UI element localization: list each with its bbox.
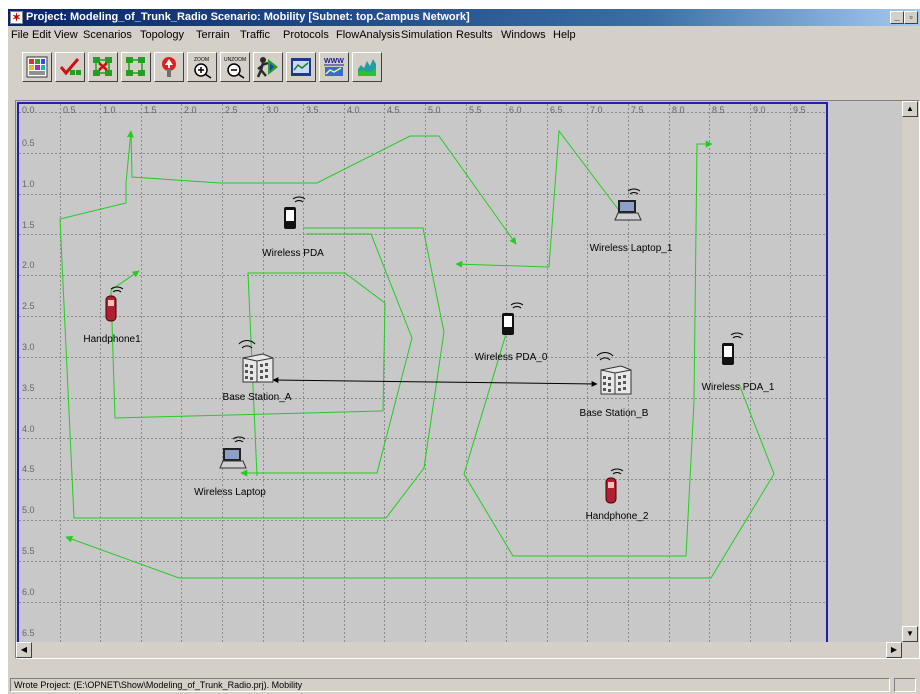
view-results-button[interactable] [286,52,316,82]
pda-icon [284,196,306,229]
scroll-up-arrow-icon[interactable]: ▲ [902,101,918,117]
menu-help[interactable]: Help [553,26,576,44]
return-to-parent-subnet-button[interactable] [154,52,184,82]
palette-icon [26,56,48,78]
label-base-station-b: Base Station_B [579,408,649,419]
menu-windows[interactable]: Windows [501,26,546,44]
trajectory-path-1[interactable] [130,130,517,245]
hide-show-graphs-button[interactable] [352,52,382,82]
label-handphone-2: Handphone_2 [585,511,649,522]
base-station-building-icon [596,352,632,395]
menu-edit[interactable]: Edit [32,26,51,44]
pda-icon [722,332,744,365]
web-report-icon: WWW [324,58,344,76]
canvas-outside-area [829,102,902,642]
status-message: Wrote Project: (E:\OPNET\Show\Modeling_o… [10,678,890,692]
web-report-button[interactable]: WWW [319,52,349,82]
menu-terrain[interactable]: Terrain [196,26,230,44]
fail-node-icon [93,57,112,76]
node-wireless-pda[interactable] [275,194,315,240]
zoom-out-icon: UNZOOM [224,57,246,79]
menu-bar: File Edit View Scenarios Topology Terrai… [8,26,920,44]
node-wireless-laptop[interactable] [213,434,253,480]
run-simulation-icon [256,57,278,78]
trajectory-layer [59,129,775,579]
vertical-scrollbar[interactable]: ▲ ▼ [902,101,919,642]
node-wireless-pda-1[interactable] [713,330,753,376]
maximize-button[interactable]: ▫ [904,11,918,24]
title-bar[interactable]: ✶ Project: Modeling_of_Trunk_Radio Scena… [8,9,920,26]
label-wireless-laptop-1: Wireless Laptop_1 [589,243,673,254]
node-base-station-b[interactable] [591,350,635,400]
laptop-icon [219,436,247,469]
menu-traffic[interactable]: Traffic [240,26,270,44]
opnet-project-window: ✶ Project: Modeling_of_Trunk_Radio Scena… [8,9,920,694]
node-base-station-a[interactable] [233,338,277,388]
toolbar: ZOOM UNZOOM WWW [8,44,920,102]
view-results-icon [291,58,311,76]
label-wireless-pda: Wireless PDA [262,248,324,259]
check-link-icon [59,58,81,76]
menu-topology[interactable]: Topology [140,26,184,44]
fail-selected-objects-button[interactable] [88,52,118,82]
base-station-link[interactable] [272,377,598,387]
node-wireless-pda-0[interactable] [493,300,533,346]
menu-results[interactable]: Results [456,26,493,44]
trajectory-path-7[interactable] [463,140,713,557]
recover-selected-objects-button[interactable] [121,52,151,82]
window-title: Project: Modeling_of_Trunk_Radio Scenari… [26,11,470,23]
configure-run-simulation-button[interactable] [253,52,283,82]
zoom-button[interactable]: ZOOM [187,52,217,82]
mobile-phone-icon [605,468,624,504]
network-canvas[interactable]: 0.0 0.5 1.0 1.5 2.0 2.5 3.0 3.5 4.0 4.5 5.0 5.5 6.0 6… [17,102,828,642]
unzoom-button[interactable]: UNZOOM [220,52,250,82]
graphs-icon [358,59,376,76]
label-wireless-pda-1: Wireless PDA_1 [701,382,775,393]
laptop-icon [614,188,642,221]
recover-node-icon [126,57,145,76]
parent-subnet-icon [162,57,176,77]
mobile-phone-icon [105,286,124,322]
pda-icon [502,302,524,335]
scroll-right-arrow-icon[interactable]: ▶ [886,642,902,658]
check-link-consistency-button[interactable] [55,52,85,82]
menu-flowanalysis[interactable]: FlowAnalysis [336,26,400,44]
menu-simulation[interactable]: Simulation [401,26,452,44]
open-object-palette-button[interactable] [22,52,52,82]
node-handphone-2[interactable] [597,464,633,512]
trajectory-path-6[interactable] [65,383,775,579]
scroll-down-arrow-icon[interactable]: ▼ [902,626,918,642]
menu-view[interactable]: View [54,26,78,44]
svg-text:ZOOM: ZOOM [194,57,209,63]
menu-scenarios[interactable]: Scenarios [83,26,132,44]
minimize-button[interactable]: _ [890,11,904,24]
status-bar: Wrote Project: (E:\OPNET\Show\Modeling_o… [8,677,920,694]
workspace: 0.0 0.5 1.0 1.5 2.0 2.5 3.0 3.5 4.0 4.5 5.0 5.5 6.0 6… [15,100,920,659]
status-indicator-icon[interactable] [894,678,916,692]
svg-text:UNZOOM: UNZOOM [224,57,246,63]
zoom-in-icon: ZOOM [194,57,212,79]
app-icon[interactable]: ✶ [10,11,23,24]
menu-protocols[interactable]: Protocols [283,26,329,44]
node-handphone1[interactable] [97,282,133,330]
label-handphone1: Handphone1 [83,334,141,345]
label-base-station-a: Base Station_A [222,392,292,403]
scroll-left-arrow-icon[interactable]: ◀ [16,642,32,658]
label-wireless-laptop: Wireless Laptop [194,487,266,498]
svg-text:WWW: WWW [324,58,344,65]
scrollbar-corner [902,642,919,658]
menu-file[interactable]: File [11,26,29,44]
label-wireless-pda-0: Wireless PDA_0 [474,352,548,363]
node-wireless-laptop-1[interactable] [608,186,648,232]
horizontal-scrollbar[interactable]: ◀ ▶ [16,642,902,658]
base-station-building-icon [238,340,274,383]
